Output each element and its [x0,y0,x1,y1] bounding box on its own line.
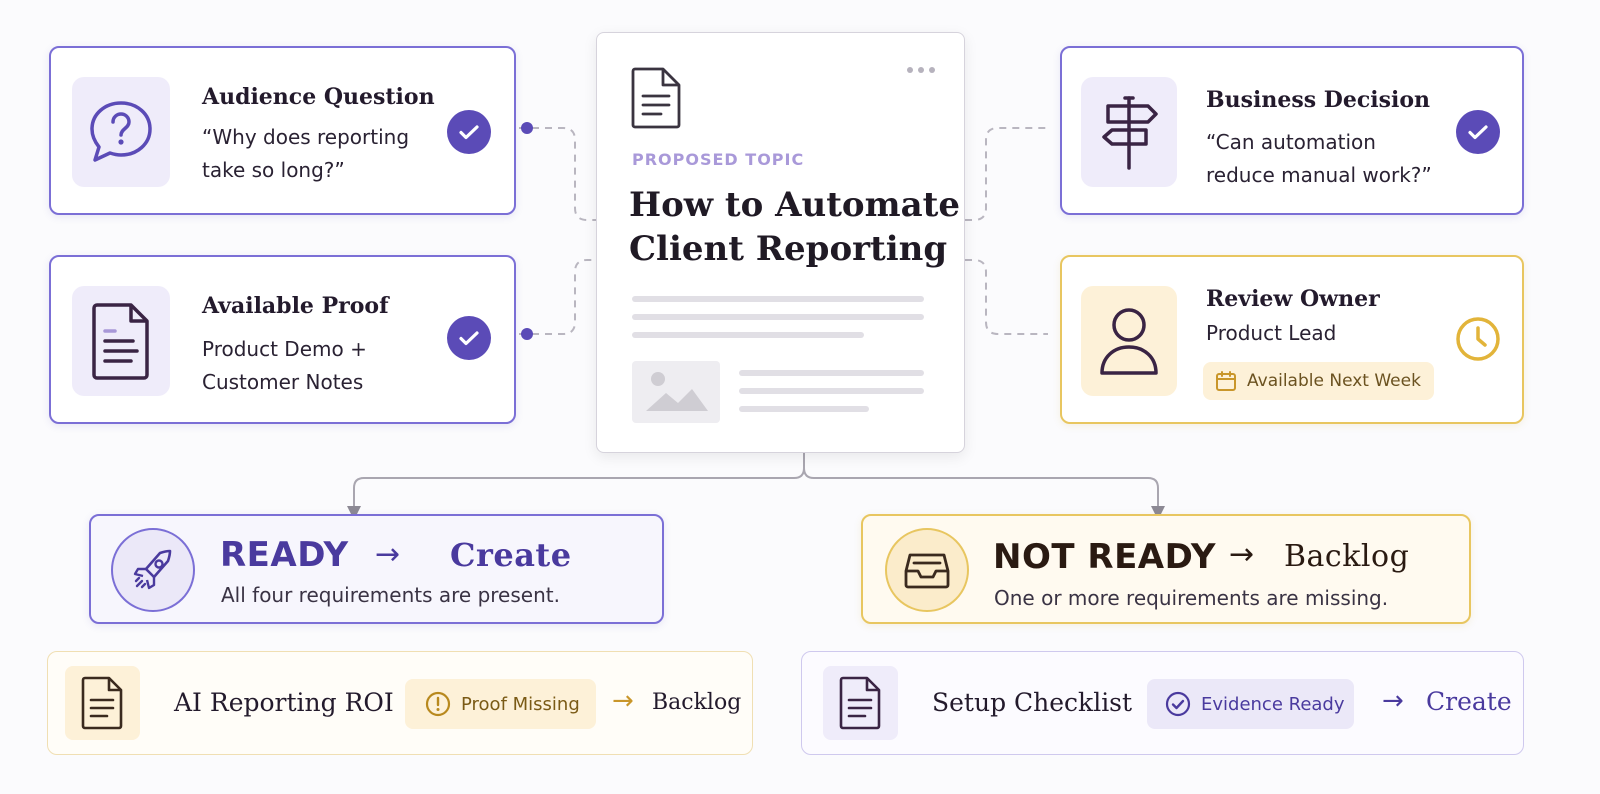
placeholder-line [632,332,864,338]
not-ready-outcome-card[interactable]: NOT READY → Backlog One or more requirem… [861,514,1471,624]
audience-line1: “Why does reporting [202,125,410,149]
evidence-ready-badge: Evidence Ready [1147,679,1354,729]
review-owner-card[interactable]: Review Owner Product Lead Available Next… [1060,255,1524,424]
check-circle-icon [447,110,491,154]
inbox-tray-icon [885,528,969,612]
setup-action: Create [1426,687,1512,716]
roi-title: AI Reporting ROI [174,688,394,717]
audience-title: Audience Question [202,84,435,110]
topic-title-line1: How to Automate [629,185,960,225]
not-ready-status: NOT READY [993,537,1216,577]
topic-eyebrow: PROPOSED TOPIC [632,150,805,169]
placeholder-line [739,370,924,376]
signpost-icon [1081,77,1177,187]
check-circle-icon [447,316,491,360]
business-decision-card[interactable]: Business Decision “Can automation reduce… [1060,46,1524,215]
placeholder-line [632,296,924,302]
document-icon [72,286,170,396]
placeholder-line [632,314,924,320]
ready-subtitle: All four requirements are present. [221,583,560,607]
rocket-icon [111,528,195,612]
owner-line1: Product Lead [1206,321,1337,345]
check-circle-icon [1165,691,1191,717]
placeholder-line [739,388,924,394]
decision-line2: reduce manual work?” [1206,163,1432,187]
not-ready-action: Backlog [1284,539,1410,574]
decision-line1: “Can automation [1206,130,1376,154]
document-icon [65,666,140,740]
calendar-icon [1216,371,1236,391]
evidence-ready-text: Evidence Ready [1201,693,1345,715]
proposed-topic-card[interactable]: PROPOSED TOPIC How to Automate Client Re… [596,32,965,453]
proof-line2: Customer Notes [202,370,364,394]
image-placeholder-icon [632,361,720,423]
document-icon [823,666,898,740]
available-proof-card[interactable]: Available Proof Product Demo + Customer … [49,255,516,424]
proof-line1: Product Demo + [202,337,367,361]
proof-title: Available Proof [202,293,389,319]
audience-line2: take so long?” [202,158,345,182]
decision-title: Business Decision [1206,87,1430,113]
ready-outcome-card[interactable]: READY → Create All four requirements are… [89,514,664,624]
example-roi-row[interactable]: AI Reporting ROI Proof Missing → Backlog [47,651,753,755]
availability-text: Available Next Week [1247,371,1421,391]
proof-missing-badge: Proof Missing [405,679,596,729]
setup-title: Setup Checklist [932,688,1133,717]
question-bubble-icon [72,77,170,187]
document-icon [631,66,683,134]
not-ready-arrow: → [1229,537,1255,572]
roi-arrow: → [612,686,634,716]
topic-title-line2: Client Reporting [629,229,948,269]
roi-action: Backlog [652,690,742,715]
clock-icon [1455,316,1501,362]
placeholder-line [739,406,869,412]
person-icon [1081,286,1177,396]
alert-circle-icon [425,691,451,717]
more-options-icon[interactable] [907,67,935,73]
connector-dot [521,328,533,340]
availability-badge: Available Next Week [1203,362,1434,400]
ready-status: READY [220,535,349,575]
ready-arrow: → [375,537,401,572]
audience-question-card[interactable]: Audience Question “Why does reporting ta… [49,46,516,215]
connector-dot [521,122,533,134]
proof-missing-text: Proof Missing [461,693,580,715]
ready-action: Create [450,536,572,574]
example-setup-row[interactable]: Setup Checklist Evidence Ready → Create [801,651,1524,755]
check-circle-icon [1456,110,1500,154]
owner-title: Review Owner [1206,286,1380,312]
setup-arrow: → [1382,686,1404,716]
not-ready-subtitle: One or more requirements are missing. [994,586,1389,610]
